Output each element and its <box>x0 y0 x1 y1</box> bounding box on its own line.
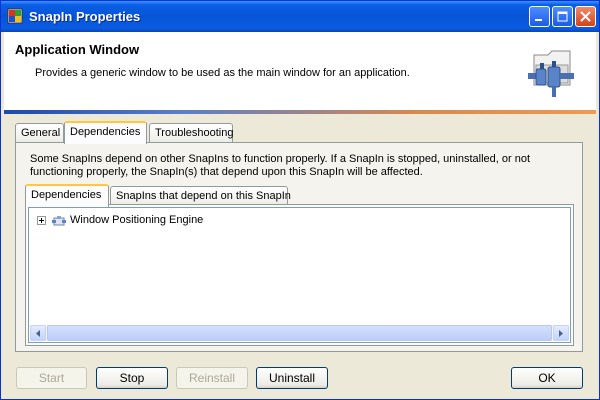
title-bar[interactable]: SnapIn Properties <box>1 1 599 32</box>
maximize-icon <box>557 11 568 22</box>
tab-troubleshooting[interactable]: Troubleshooting <box>149 123 233 143</box>
tree-item-label: Window Positioning Engine <box>70 214 204 226</box>
header-separator <box>4 110 596 114</box>
dependencies-list-panel: Window Positioning Engine <box>25 204 574 346</box>
tab-dependencies-list[interactable]: Dependencies <box>25 184 109 207</box>
ok-button[interactable]: OK <box>511 367 583 389</box>
arrow-left-icon <box>36 330 40 337</box>
tab-general[interactable]: General <box>15 123 64 143</box>
snapin-properties-window: SnapIn Properties Application Window Pro… <box>0 0 600 400</box>
snapin-icon <box>52 216 66 226</box>
stop-button[interactable]: Stop <box>96 367 168 389</box>
scroll-left-button[interactable] <box>30 325 46 341</box>
close-button[interactable] <box>575 6 596 27</box>
window-title: SnapIn Properties <box>29 9 141 24</box>
close-icon <box>580 11 591 22</box>
folder-connector-icon <box>528 50 574 97</box>
start-button[interactable]: Start <box>16 367 87 389</box>
reinstall-button[interactable]: Reinstall <box>176 367 248 389</box>
dependency-tree[interactable]: Window Positioning Engine <box>28 207 571 343</box>
tab-dependencies[interactable]: Dependencies <box>64 121 147 144</box>
expand-icon[interactable] <box>37 216 46 225</box>
horizontal-scrollbar[interactable] <box>30 325 569 341</box>
tab-dependent-snapins[interactable]: SnapIns that depend on this SnapIn <box>110 186 291 206</box>
app-icon <box>7 8 23 24</box>
dependencies-tab-panel: Some SnapIns depend on other SnapIns to … <box>15 142 583 352</box>
header-title: Application Window <box>15 42 140 57</box>
scroll-right-button[interactable] <box>553 325 569 341</box>
minimize-button[interactable] <box>529 6 550 27</box>
dependencies-description: Some SnapIns depend on other SnapIns to … <box>30 153 531 178</box>
minimize-icon <box>535 19 542 21</box>
header-panel: Application Window Provides a generic wi… <box>4 32 596 112</box>
scroll-thumb[interactable] <box>47 325 552 341</box>
uninstall-button[interactable]: Uninstall <box>256 367 328 389</box>
arrow-right-icon <box>559 330 563 337</box>
header-description: Provides a generic window to be used as … <box>35 67 410 79</box>
maximize-button[interactable] <box>552 6 573 27</box>
